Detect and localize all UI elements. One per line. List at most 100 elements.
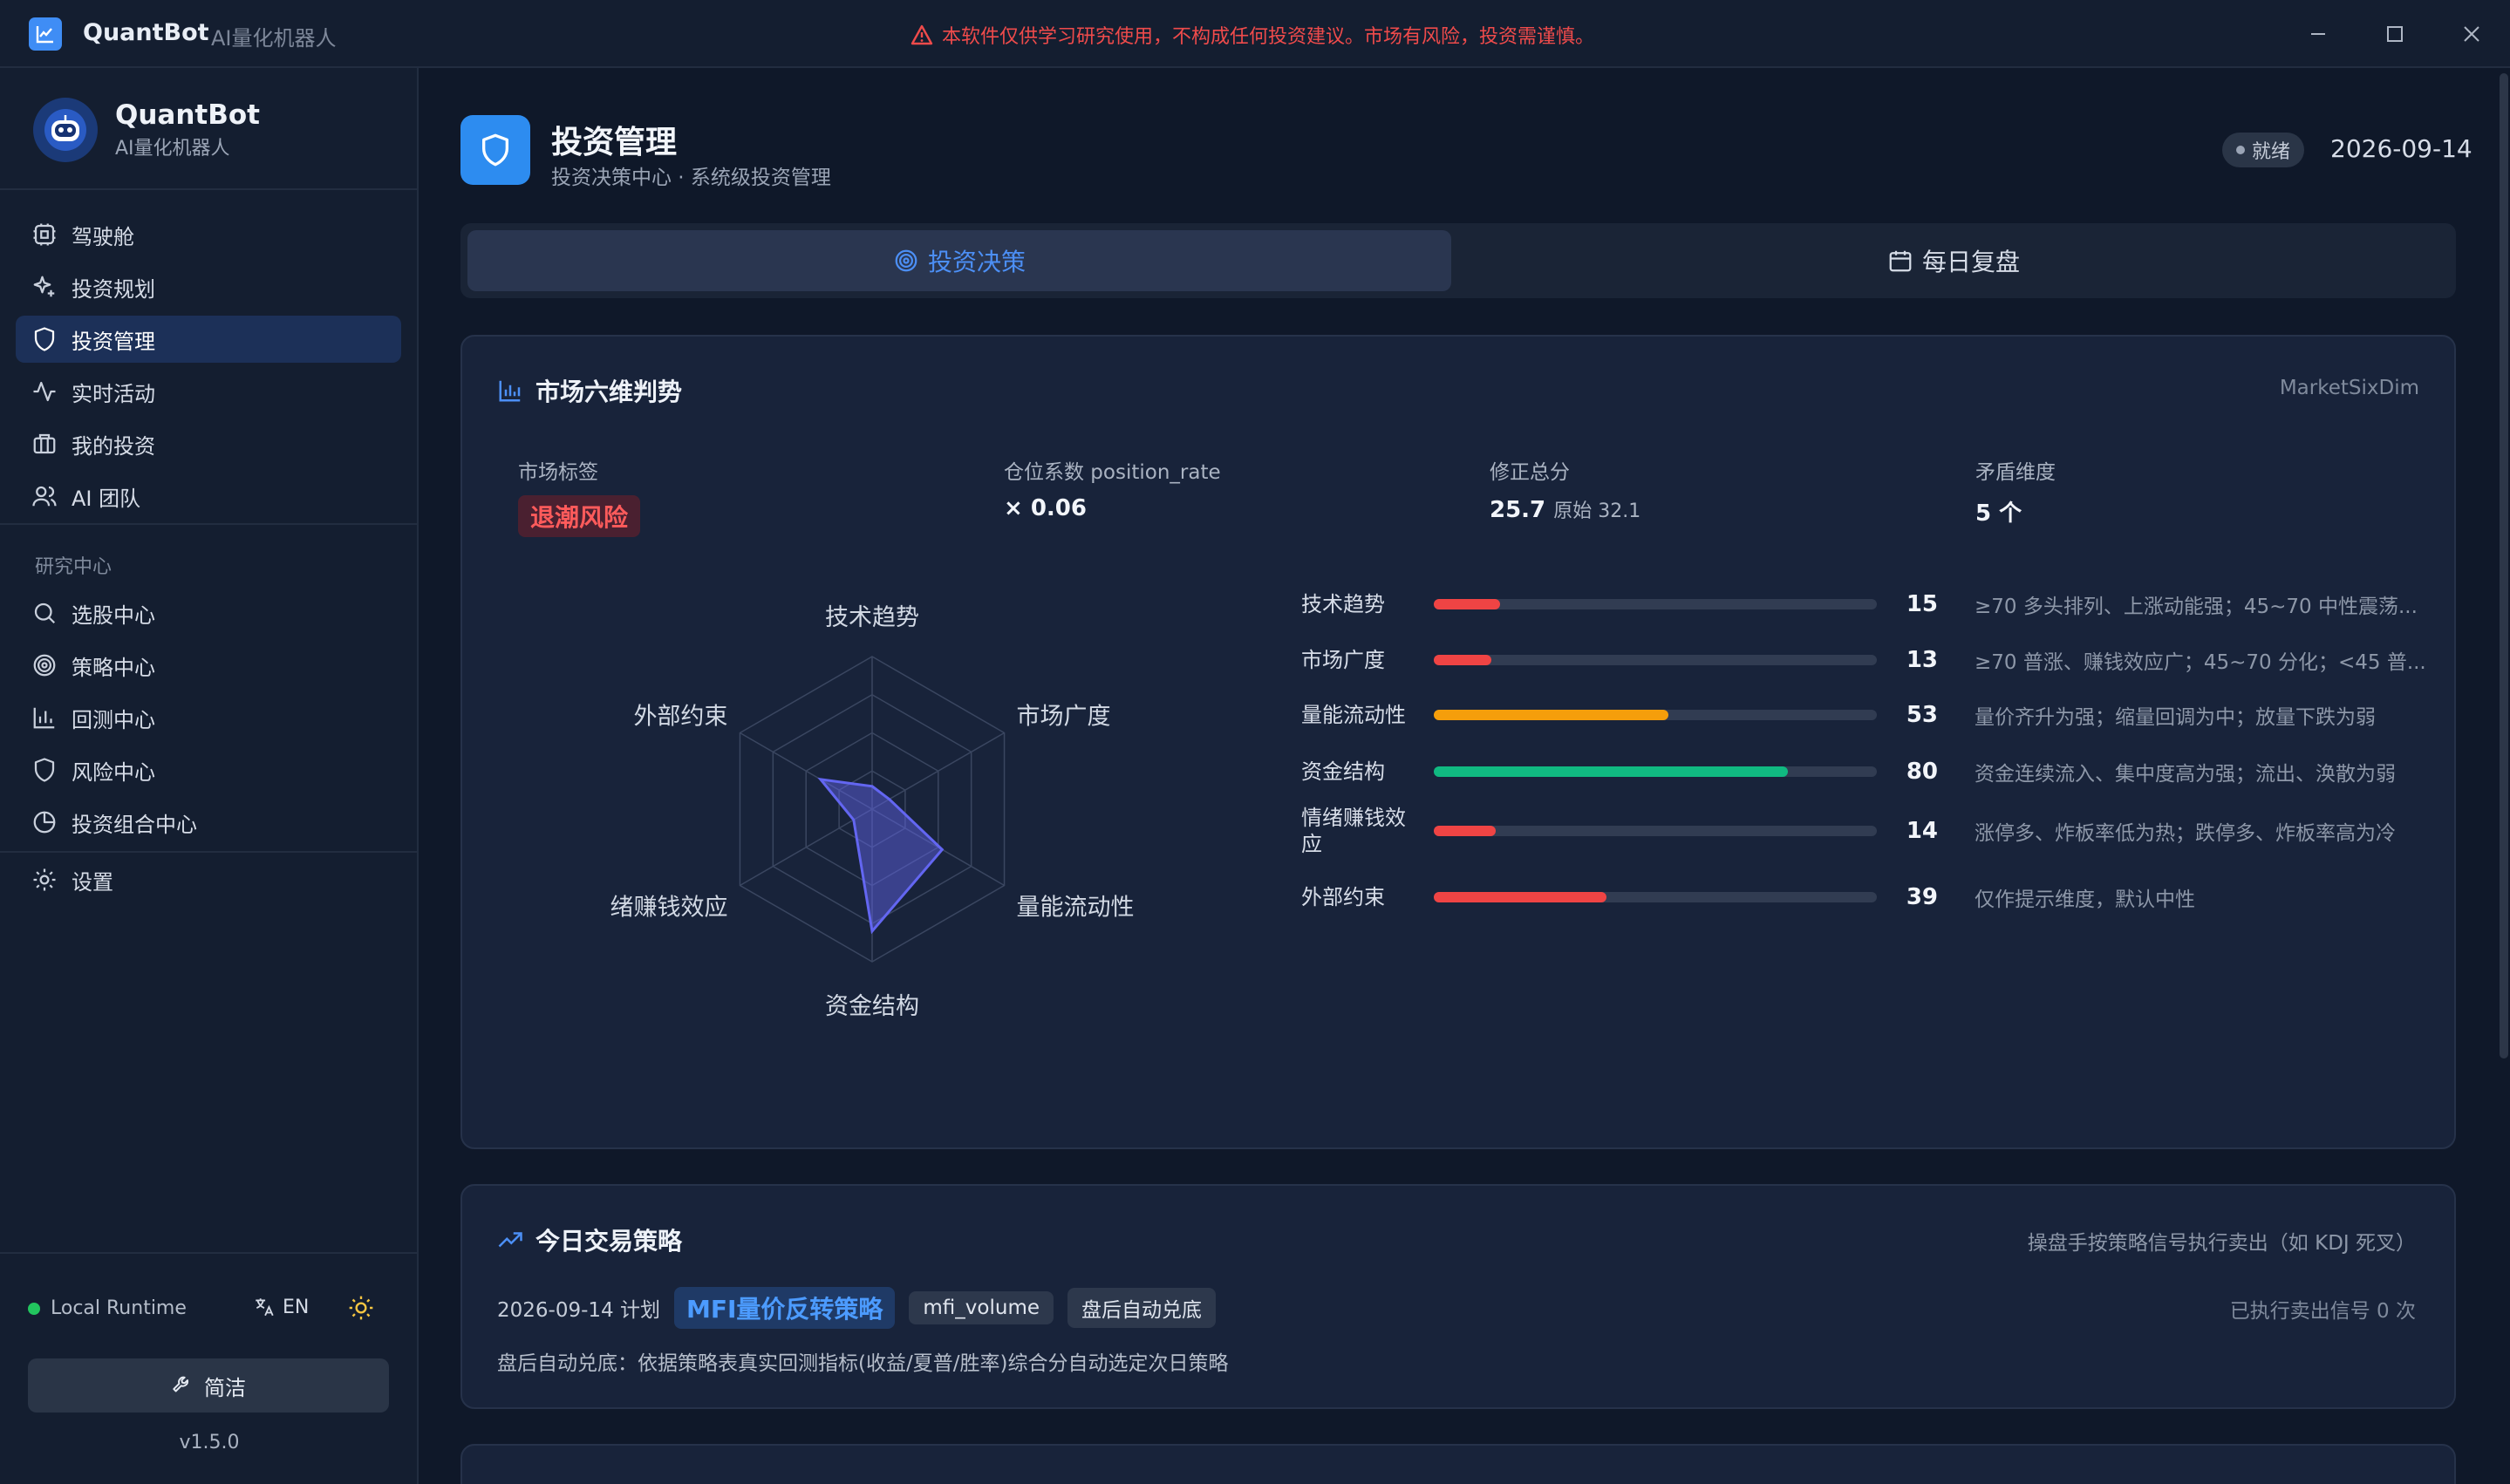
strategy-description: 盘后自动兑底：依据策略表真实回测指标(收益/夏普/胜率)综合分自动选定次日策略 [497, 1352, 1229, 1375]
page-shield-icon [460, 115, 530, 185]
trending-up-icon [498, 1232, 522, 1248]
stat-conflict-dims: 矛盾维度 5 个 [1975, 455, 2056, 528]
minimize-button[interactable] [2294, 16, 2343, 52]
card-code: MarketSixDim [2279, 377, 2419, 399]
dimension-bar-fill [1434, 826, 1497, 836]
strategy-name[interactable]: MFI量价反转策略 [673, 1287, 896, 1329]
dimension-description: 涨停多、炸板率低为热；跌停多、炸板率高为冷 [1975, 822, 2396, 845]
dimension-label: 外部约束 [1301, 885, 1385, 909]
dimension-label: 量能流动性 [1301, 703, 1406, 727]
sparkles-icon [33, 276, 55, 297]
card-title-text: 市场六维判势 [535, 378, 683, 406]
brand-name: QuantBot [115, 99, 260, 131]
gear-icon [33, 868, 56, 891]
stat-label: 修正总分 [1490, 461, 1570, 484]
sidebar-item-portfolio[interactable]: 投资组合中心 [16, 799, 401, 846]
strategy-row: 2026-09-14 计划 MFI量价反转策略 mfi_volume 盘后自动兑… [497, 1287, 1217, 1329]
briefcase-icon [33, 433, 56, 454]
sidebar-item-planning[interactable]: 投资规划 [16, 263, 401, 310]
tab-daily-review[interactable]: 每日复盘 [1458, 230, 2449, 291]
card-title: 今日交易策略 [497, 1222, 682, 1257]
sidebar-item-backtest[interactable]: 回测中心 [16, 694, 401, 741]
tab-bar: 投资决策 每日复盘 [460, 223, 2456, 298]
stat-market-tag: 市场标签 退潮风险 [518, 455, 641, 537]
activity-icon [33, 381, 56, 402]
shield-icon [34, 327, 55, 351]
dimension-bar-track [1434, 710, 1877, 720]
brand-tagline: AI量化机器人 [115, 138, 230, 160]
market-tag-badge: 退潮风险 [518, 495, 641, 537]
executed-signal-count: 已执行卖出信号 0 次 [2229, 1300, 2416, 1323]
strategy-plan-date: 2026-09-14 计划 [497, 1299, 660, 1322]
radar-axis-label: 量能流动性 [1017, 895, 1134, 922]
radar-axis-label: 外部约束 [633, 704, 727, 731]
stat-label: 矛盾维度 [1975, 461, 2056, 484]
stat-position-rate: 仓位系数 position_rate × 0.06 [1004, 455, 1221, 521]
stat-adjusted-score: 修正总分 25.7 原始 32.1 [1490, 455, 1640, 523]
radar-value-area [817, 777, 945, 935]
translate-icon [256, 1298, 274, 1317]
title-bar: QuantBot AI量化机器人 本软件仅供学习研究使用，不构成任何投资建议。市… [0, 0, 2510, 68]
dimension-value: 14 [1906, 818, 1938, 844]
runtime-label: Local Runtime [51, 1297, 187, 1319]
wrench-icon [173, 1376, 189, 1392]
sidebar-item-risk[interactable]: 风险中心 [16, 746, 401, 793]
simple-mode-button[interactable]: 简洁 [28, 1358, 389, 1413]
card-title: 市场六维判势 [497, 373, 682, 408]
minimize-icon [2311, 33, 2325, 35]
dimension-row: 情绪赚钱效应 14 涨停多、炸板率低为热；跌停多、炸板率高为冷 [1301, 806, 2426, 856]
dimension-label: 情绪赚钱效应 [1301, 806, 1406, 856]
status-badge: 就绪 [2222, 133, 2305, 167]
app-subtitle: AI量化机器人 [211, 26, 337, 51]
score-value: 25.7 [1490, 497, 1546, 523]
sidebar-item-settings[interactable]: 设置 [16, 856, 401, 903]
dashboard-icon [33, 223, 56, 246]
sidebar-item-label: 我的投资 [72, 433, 155, 459]
sidebar-item-investment-management[interactable]: 投资管理 [16, 316, 401, 363]
dimension-bar-track [1434, 655, 1877, 665]
bar-chart-icon [499, 380, 521, 402]
app-window: QuantBot AI量化机器人 本软件仅供学习研究使用，不构成任何投资建议。市… [0, 0, 2510, 1484]
strategy-hint: 操盘手按策略信号执行卖出（如 KDJ 死叉） [2027, 1232, 2416, 1255]
sidebar-item-strategy[interactable]: 策略中心 [16, 642, 401, 689]
dimension-description: 资金连续流入、集中度高为强；流出、涣散为弱 [1975, 763, 2396, 786]
warning-icon [911, 24, 933, 45]
close-button[interactable] [2447, 16, 2496, 52]
sidebar-item-my-investment[interactable]: 我的投资 [16, 420, 401, 467]
dimension-value: 53 [1906, 702, 1938, 728]
theme-toggle[interactable] [347, 1294, 375, 1322]
status-text: 就绪 [2252, 141, 2291, 163]
tab-investment-decision[interactable]: 投资决策 [467, 230, 1451, 291]
dimension-value: 13 [1906, 647, 1938, 673]
dimension-bar-fill [1434, 892, 1607, 902]
sidebar-item-cockpit[interactable]: 驾驶舱 [16, 211, 401, 258]
strategy-mode-chip: 盘后自动兑底 [1067, 1288, 1217, 1328]
maximize-icon [2387, 26, 2403, 42]
radar-axis-label: 市场广度 [1017, 704, 1111, 731]
dimension-bar-fill [1434, 710, 1669, 720]
sidebar-item-stock-picking[interactable]: 选股中心 [16, 589, 401, 636]
sidebar-item-label: 投资组合中心 [72, 812, 197, 837]
scrollbar[interactable] [2500, 73, 2508, 1059]
dimension-row: 量能流动性 53 量价齐升为强；缩量回调为中；放量下跌为弱 [1301, 693, 2426, 737]
robot-avatar-icon [33, 98, 98, 162]
radar-axis-label: 技术趋势 [825, 604, 919, 631]
market-six-dim-card: 市场六维判势 MarketSixDim 市场标签 退潮风险 仓位系数 posit… [460, 335, 2456, 1149]
sidebar-item-live-activity[interactable]: 实时活动 [16, 368, 401, 415]
dimension-bar-track [1434, 599, 1877, 609]
tab-label: 投资决策 [927, 248, 1026, 276]
dimension-description: ≥70 多头排列、上涨动能强；45~70 中性震荡... [1975, 596, 2418, 618]
dimension-description: 量价齐升为强；缩量回调为中；放量下跌为弱 [1975, 706, 2376, 729]
card-title-text: 今日交易策略 [535, 1227, 683, 1256]
language-toggle[interactable]: EN [253, 1296, 309, 1318]
dimension-bar-fill [1434, 655, 1492, 665]
dimension-label: 市场广度 [1301, 648, 1385, 672]
dimension-bar-track [1434, 766, 1877, 777]
strategy-code-chip: mfi_volume [909, 1291, 1054, 1324]
sidebar-item-ai-team[interactable]: AI 团队 [16, 473, 401, 520]
maximize-button[interactable] [2370, 16, 2419, 52]
stat-value: 25.7 原始 32.1 [1490, 495, 1640, 523]
stat-value: 5 个 [1975, 500, 2022, 527]
sidebar-item-label: 设置 [72, 869, 113, 895]
dimension-description: 仅作提示维度，默认中性 [1975, 888, 2195, 911]
